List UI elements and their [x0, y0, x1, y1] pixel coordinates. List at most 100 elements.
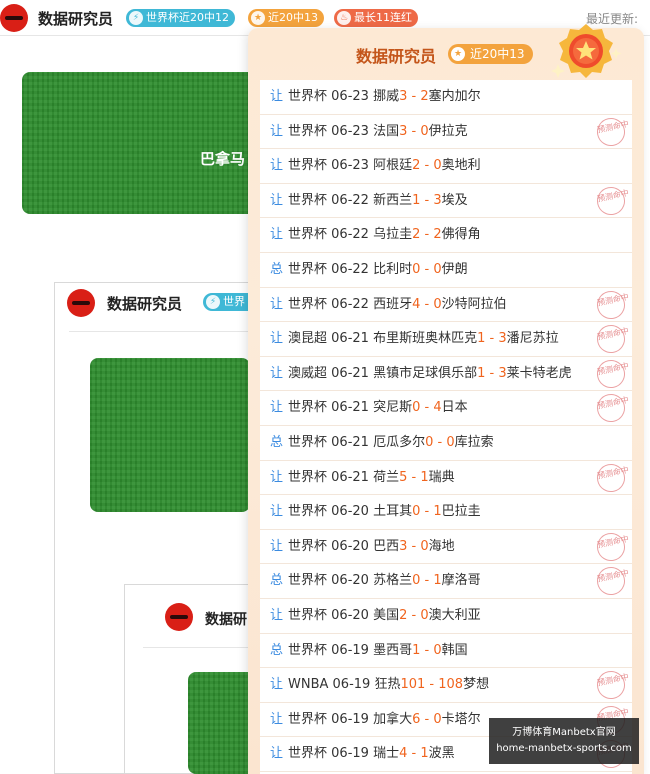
- away-team: 潘尼苏拉: [506, 331, 559, 347]
- lightning-icon: ⚡: [206, 295, 220, 309]
- match-date: 06-20: [331, 538, 369, 554]
- home-team: 挪威: [373, 89, 400, 104]
- match-date: 06-21: [331, 331, 369, 347]
- prediction-hit-stamp: 预测命中: [594, 530, 630, 564]
- bet-type-label: 总: [270, 435, 284, 450]
- badge-win-streak: ♨ 最长11连红: [334, 9, 418, 27]
- divider: [143, 647, 253, 648]
- away-team: 埃及: [441, 192, 468, 208]
- away-score: 0: [420, 608, 429, 623]
- bet-type-label: 总: [270, 262, 284, 277]
- match-row[interactable]: 让世界杯 06-20 美国2 - 0澳大利亚: [260, 599, 632, 634]
- bet-type-label: 让: [270, 400, 284, 416]
- away-team: 巴拉圭: [441, 504, 481, 520]
- league-name: 澳威超: [288, 365, 328, 381]
- match-date: 06-23: [331, 89, 369, 104]
- match-row[interactable]: 让世界杯 06-20 巴西3 - 0海地 预测命中: [260, 530, 632, 565]
- home-team: 美国: [373, 608, 400, 623]
- score-separator: -: [420, 262, 434, 277]
- match-date: 06-19: [331, 642, 369, 658]
- match-banner-image[interactable]: [22, 72, 262, 214]
- prediction-hit-stamp: 预测命中: [594, 322, 630, 356]
- home-team: 墨西哥: [373, 642, 413, 658]
- banner-text: 巴拿马: [200, 150, 246, 168]
- prediction-hit-stamp: 预测命中: [594, 287, 630, 322]
- away-score: 2: [433, 227, 442, 243]
- away-team: 海地: [428, 538, 455, 554]
- away-team: 奥地利: [441, 158, 481, 174]
- league-name: 世界杯: [288, 642, 328, 658]
- match-date: 06-21: [331, 365, 369, 381]
- bet-type-label: 让: [270, 296, 284, 312]
- score-separator: -: [407, 123, 421, 139]
- away-score: 0: [433, 262, 442, 277]
- away-team: 日本: [441, 400, 468, 416]
- match-info: 世界杯 06-19 瑞士4 - 1波黑: [288, 737, 455, 771]
- away-score: 1: [420, 469, 429, 485]
- avatar: [165, 603, 193, 631]
- bet-type-label: 让: [270, 227, 284, 243]
- score-separator: -: [420, 642, 434, 658]
- match-date: 06-21: [331, 469, 369, 485]
- match-row[interactable]: 让澳昆超 06-21 布里斯班奥林匹克1 - 3潘尼苏拉 预测命中: [260, 322, 632, 357]
- match-row[interactable]: 让世界杯 06-22 西班牙4 - 0沙特阿拉伯 预测命中: [260, 287, 632, 323]
- match-date: 06-21: [331, 435, 369, 450]
- score-separator: -: [425, 677, 439, 693]
- prediction-hit-stamp: 预测命中: [594, 184, 630, 218]
- match-info: 世界杯 06-21 荷兰5 - 1瑞典: [288, 461, 455, 495]
- match-row[interactable]: 总世界杯 06-22 比利时0 - 0伊朗: [260, 253, 632, 288]
- away-score: 0: [433, 158, 442, 174]
- match-date: 06-22: [331, 192, 369, 208]
- match-row[interactable]: 让世界杯 06-22 乌拉圭2 - 2佛得角: [260, 218, 632, 253]
- match-row[interactable]: 让世界杯 06-23 阿根廷2 - 0奥地利: [260, 149, 632, 184]
- away-score: 1: [420, 746, 429, 762]
- home-team: 加拿大: [373, 711, 413, 727]
- match-row[interactable]: 让澳威超 06-21 黑镇市足球俱乐部1 - 3莱卡特老虎 预测命中: [260, 357, 632, 392]
- away-score: 3: [498, 365, 507, 381]
- league-name: 世界杯: [288, 435, 328, 450]
- match-row[interactable]: 让世界杯 06-21 荷兰5 - 1瑞典 预测命中: [260, 460, 632, 496]
- badge-recent-record: ★ 近20中13: [248, 9, 324, 27]
- bet-type-label: 让: [270, 365, 284, 381]
- league-name: 世界杯: [288, 711, 328, 727]
- away-score: 0: [433, 711, 442, 727]
- league-name: 世界杯: [288, 469, 328, 485]
- match-date: 06-19: [332, 677, 371, 693]
- bet-type-label: 让: [270, 89, 284, 104]
- league-name: 世界杯: [288, 746, 328, 762]
- match-row[interactable]: 总世界杯 06-21 厄瓜多尔0 - 0库拉索: [260, 426, 632, 461]
- away-score: 0: [420, 538, 429, 554]
- home-team: 比利时: [373, 262, 413, 277]
- prediction-hit-stamp: 预测命中: [594, 668, 630, 702]
- away-score: 1: [433, 504, 442, 520]
- match-row[interactable]: 让世界杯 06-23 法国3 - 0伊拉克 预测命中: [260, 114, 632, 150]
- record-popup: 数据研究员 ★ 近20中13 让世界杯 06-23 挪威3 - 2塞内加尔让世界杯…: [248, 24, 644, 774]
- match-date: 06-23: [331, 158, 369, 174]
- match-row[interactable]: 让世界杯 06-23 挪威3 - 2塞内加尔: [260, 80, 632, 115]
- match-info: 世界杯 06-20 土耳其0 - 1巴拉圭: [288, 495, 481, 529]
- avatar[interactable]: [0, 4, 28, 32]
- match-row[interactable]: 让世界杯 06-20 土耳其0 - 1巴拉圭: [260, 495, 632, 530]
- match-info: 世界杯 06-19 墨西哥1 - 0韩国: [288, 634, 468, 668]
- bet-type-label: 让: [270, 711, 284, 727]
- away-team: 伊朗: [441, 262, 468, 277]
- nested-banner-image: [90, 358, 250, 512]
- score-separator: -: [407, 469, 421, 485]
- match-info: WNBA 06-19 狂热101 - 108梦想: [288, 668, 489, 702]
- match-row[interactable]: 总世界杯 06-19 墨西哥1 - 0韩国: [260, 634, 632, 669]
- home-team: 新西兰: [373, 192, 413, 208]
- away-score: 0: [433, 296, 442, 312]
- match-row[interactable]: 让 WNBA 06-19 狂热101 - 108梦想 预测命中: [260, 668, 632, 703]
- match-info: 世界杯 06-23 挪威3 - 2塞内加尔: [288, 80, 481, 114]
- home-team: 法国: [373, 123, 400, 139]
- match-row[interactable]: 让世界杯 06-22 新西兰1 - 3埃及 预测命中: [260, 184, 632, 219]
- away-team: 梦想: [463, 677, 490, 693]
- away-team: 莱卡特老虎: [506, 365, 572, 381]
- score-separator: -: [407, 89, 421, 104]
- match-list[interactable]: 让世界杯 06-23 挪威3 - 2塞内加尔让世界杯 06-23 法国3 - 0…: [260, 80, 632, 774]
- score-separator: -: [433, 435, 447, 450]
- away-score: 4: [433, 400, 442, 416]
- home-team: 土耳其: [373, 504, 413, 520]
- match-row[interactable]: 让世界杯 06-21 突尼斯0 - 4日本 预测命中: [260, 391, 632, 426]
- match-row[interactable]: 总世界杯 06-20 苏格兰0 - 1摩洛哥 预测命中: [260, 564, 632, 599]
